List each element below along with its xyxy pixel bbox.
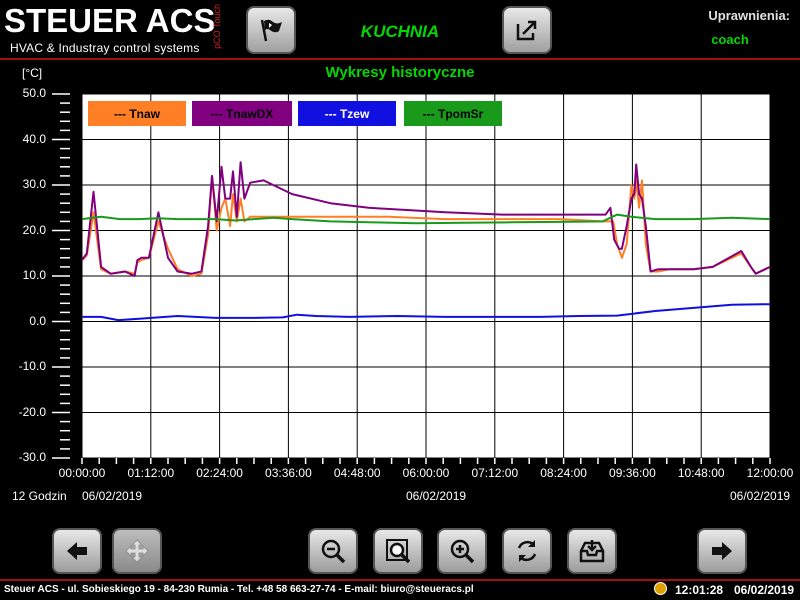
refresh-icon	[517, 540, 537, 562]
start-date: 06/02/2019	[82, 489, 143, 503]
move-button[interactable]	[112, 528, 162, 574]
clock-icon	[654, 582, 667, 595]
save-tray-icon	[579, 540, 605, 563]
legend-item-tnaw[interactable]: --- Tnaw	[88, 101, 186, 126]
current-time: 12:01:28	[675, 583, 724, 597]
y-tick-label: 20.0	[22, 222, 46, 237]
zoom-out-icon	[321, 539, 346, 564]
y-tick-label: 50.0	[22, 86, 46, 100]
footer-divider	[0, 579, 800, 581]
middle-date: 06/02/2019	[406, 489, 467, 503]
y-tick-label: -20.0	[18, 404, 46, 419]
zoom-out-button[interactable]	[308, 528, 358, 574]
prev-button[interactable]	[52, 528, 102, 574]
refresh-button[interactable]	[502, 528, 552, 574]
legend-item-tnawdx[interactable]: --- TnawDX	[192, 101, 292, 126]
y-tick-label: 30.0	[22, 177, 46, 191]
x-tick-label: 12:00:00	[746, 466, 794, 480]
zoom-in-icon	[450, 539, 475, 564]
y-tick-label: 40.0	[22, 131, 46, 146]
move-icon	[125, 539, 149, 563]
arrow-left-icon	[67, 542, 87, 560]
arrow-right-icon	[712, 542, 732, 560]
end-date: 06/02/2019	[730, 489, 791, 503]
history-chart[interactable]	[0, 0, 800, 520]
y-tick-label: -30.0	[18, 450, 46, 464]
current-date: 06/02/2019	[734, 583, 795, 597]
y-tick-label: -10.0	[18, 359, 46, 373]
save-button[interactable]	[567, 528, 617, 574]
company-address: Steuer ACS - ul. Sobieskiego 19 - 84-230…	[4, 584, 474, 595]
legend-item-tzew[interactable]: --- Tzew	[298, 101, 396, 126]
zoom-fit-icon	[386, 539, 411, 564]
y-tick-label: 10.0	[22, 268, 46, 282]
next-button[interactable]	[697, 528, 747, 574]
zoom-fit-button[interactable]	[373, 528, 423, 574]
time-range-label: 12 Godzin	[12, 489, 67, 503]
legend-item-tpomsr[interactable]: --- TpomSr	[404, 101, 502, 126]
y-tick-label: 0.0	[29, 313, 46, 328]
zoom-in-button[interactable]	[437, 528, 487, 574]
